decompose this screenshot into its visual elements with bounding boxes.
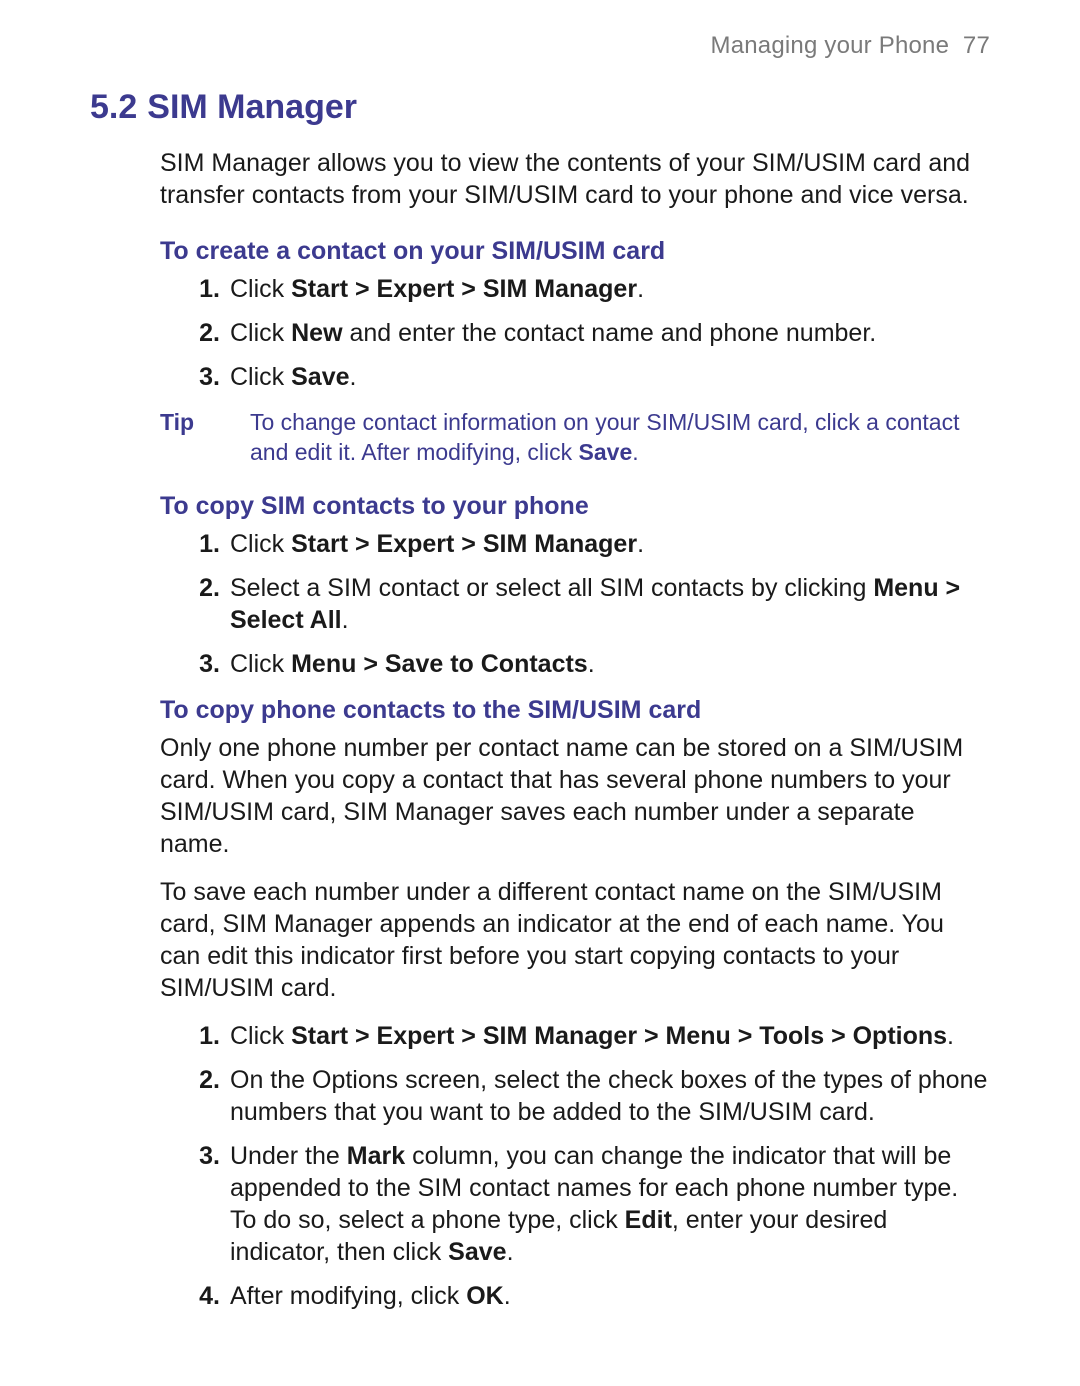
ui-label: Save xyxy=(291,363,349,391)
step-text: Click xyxy=(230,530,291,558)
section-title: 5.2 SIM Manager xyxy=(90,88,990,127)
step-item: Under the Mark column, you can change th… xyxy=(224,1140,990,1268)
steps-copy-to-phone: Click Start > Expert > SIM Manager. Sele… xyxy=(160,528,990,680)
step-item: Click Save. xyxy=(224,361,990,393)
body: SIM Manager allows you to view the conte… xyxy=(160,147,990,1312)
step-item: Click Start > Expert > SIM Manager. xyxy=(224,273,990,305)
step-item: Click Menu > Save to Contacts. xyxy=(224,648,990,680)
steps-create-contact: Click Start > Expert > SIM Manager. Clic… xyxy=(160,273,990,393)
ui-label: Start > Expert > SIM Manager xyxy=(291,275,637,303)
step-text: . xyxy=(947,1022,954,1050)
step-item: Click New and enter the contact name and… xyxy=(224,317,990,349)
tip-block: Tip To change contact information on you… xyxy=(160,407,990,468)
step-text: . xyxy=(588,650,595,678)
tip-label: Tip xyxy=(160,407,250,468)
subheading-copy-to-phone: To copy SIM contacts to your phone xyxy=(160,490,990,522)
step-text: Click xyxy=(230,363,291,391)
tip-text: To change contact information on your SI… xyxy=(250,407,990,468)
step-text: Click xyxy=(230,319,291,347)
subheading-copy-to-sim: To copy phone contacts to the SIM/USIM c… xyxy=(160,694,990,726)
chapter-name: Managing your Phone xyxy=(711,32,950,59)
ui-label: Save xyxy=(579,439,633,465)
subheading-create-contact: To create a contact on your SIM/USIM car… xyxy=(160,235,990,267)
document-page: Managing your Phone 77 5.2 SIM Manager SI… xyxy=(0,0,1080,1386)
ui-label: Start > Expert > SIM Manager > Menu > To… xyxy=(291,1022,947,1050)
tip-text-part: . xyxy=(632,439,638,465)
step-item: On the Options screen, select the check … xyxy=(224,1064,990,1128)
step-item: Click Start > Expert > SIM Manager. xyxy=(224,528,990,560)
step-text: . xyxy=(342,606,349,634)
step-text: Click xyxy=(230,650,291,678)
ui-label: Menu > Save to Contacts xyxy=(291,650,588,678)
intro-paragraph: SIM Manager allows you to view the conte… xyxy=(160,147,990,211)
step-text: . xyxy=(504,1282,511,1310)
page-number: 77 xyxy=(963,32,990,59)
step-text: Select a SIM contact or select all SIM c… xyxy=(230,574,873,602)
ui-label: OK xyxy=(466,1282,504,1310)
step-text: Click xyxy=(230,1022,291,1050)
running-header: Managing your Phone 77 xyxy=(90,32,990,60)
paragraph: To save each number under a different co… xyxy=(160,876,990,1004)
ui-label: Mark xyxy=(347,1142,405,1170)
step-text: . xyxy=(637,275,644,303)
paragraph: Only one phone number per contact name c… xyxy=(160,732,990,860)
step-text: . xyxy=(507,1238,514,1266)
ui-label: Start > Expert > SIM Manager xyxy=(291,530,637,558)
step-item: After modifying, click OK. xyxy=(224,1280,990,1312)
step-text: On the Options screen, select the check … xyxy=(230,1066,987,1126)
step-item: Select a SIM contact or select all SIM c… xyxy=(224,572,990,636)
section-name: SIM Manager xyxy=(147,88,357,126)
step-text: and enter the contact name and phone num… xyxy=(343,319,877,347)
section-number: 5.2 xyxy=(90,88,137,126)
step-item: Click Start > Expert > SIM Manager > Men… xyxy=(224,1020,990,1052)
step-text: Under the xyxy=(230,1142,347,1170)
step-text: . xyxy=(350,363,357,391)
steps-copy-to-sim: Click Start > Expert > SIM Manager > Men… xyxy=(160,1020,990,1312)
step-text: . xyxy=(637,530,644,558)
ui-label: New xyxy=(291,319,342,347)
ui-label: Save xyxy=(448,1238,506,1266)
step-text: Click xyxy=(230,275,291,303)
step-text: After modifying, click xyxy=(230,1282,466,1310)
ui-label: Edit xyxy=(625,1206,672,1234)
